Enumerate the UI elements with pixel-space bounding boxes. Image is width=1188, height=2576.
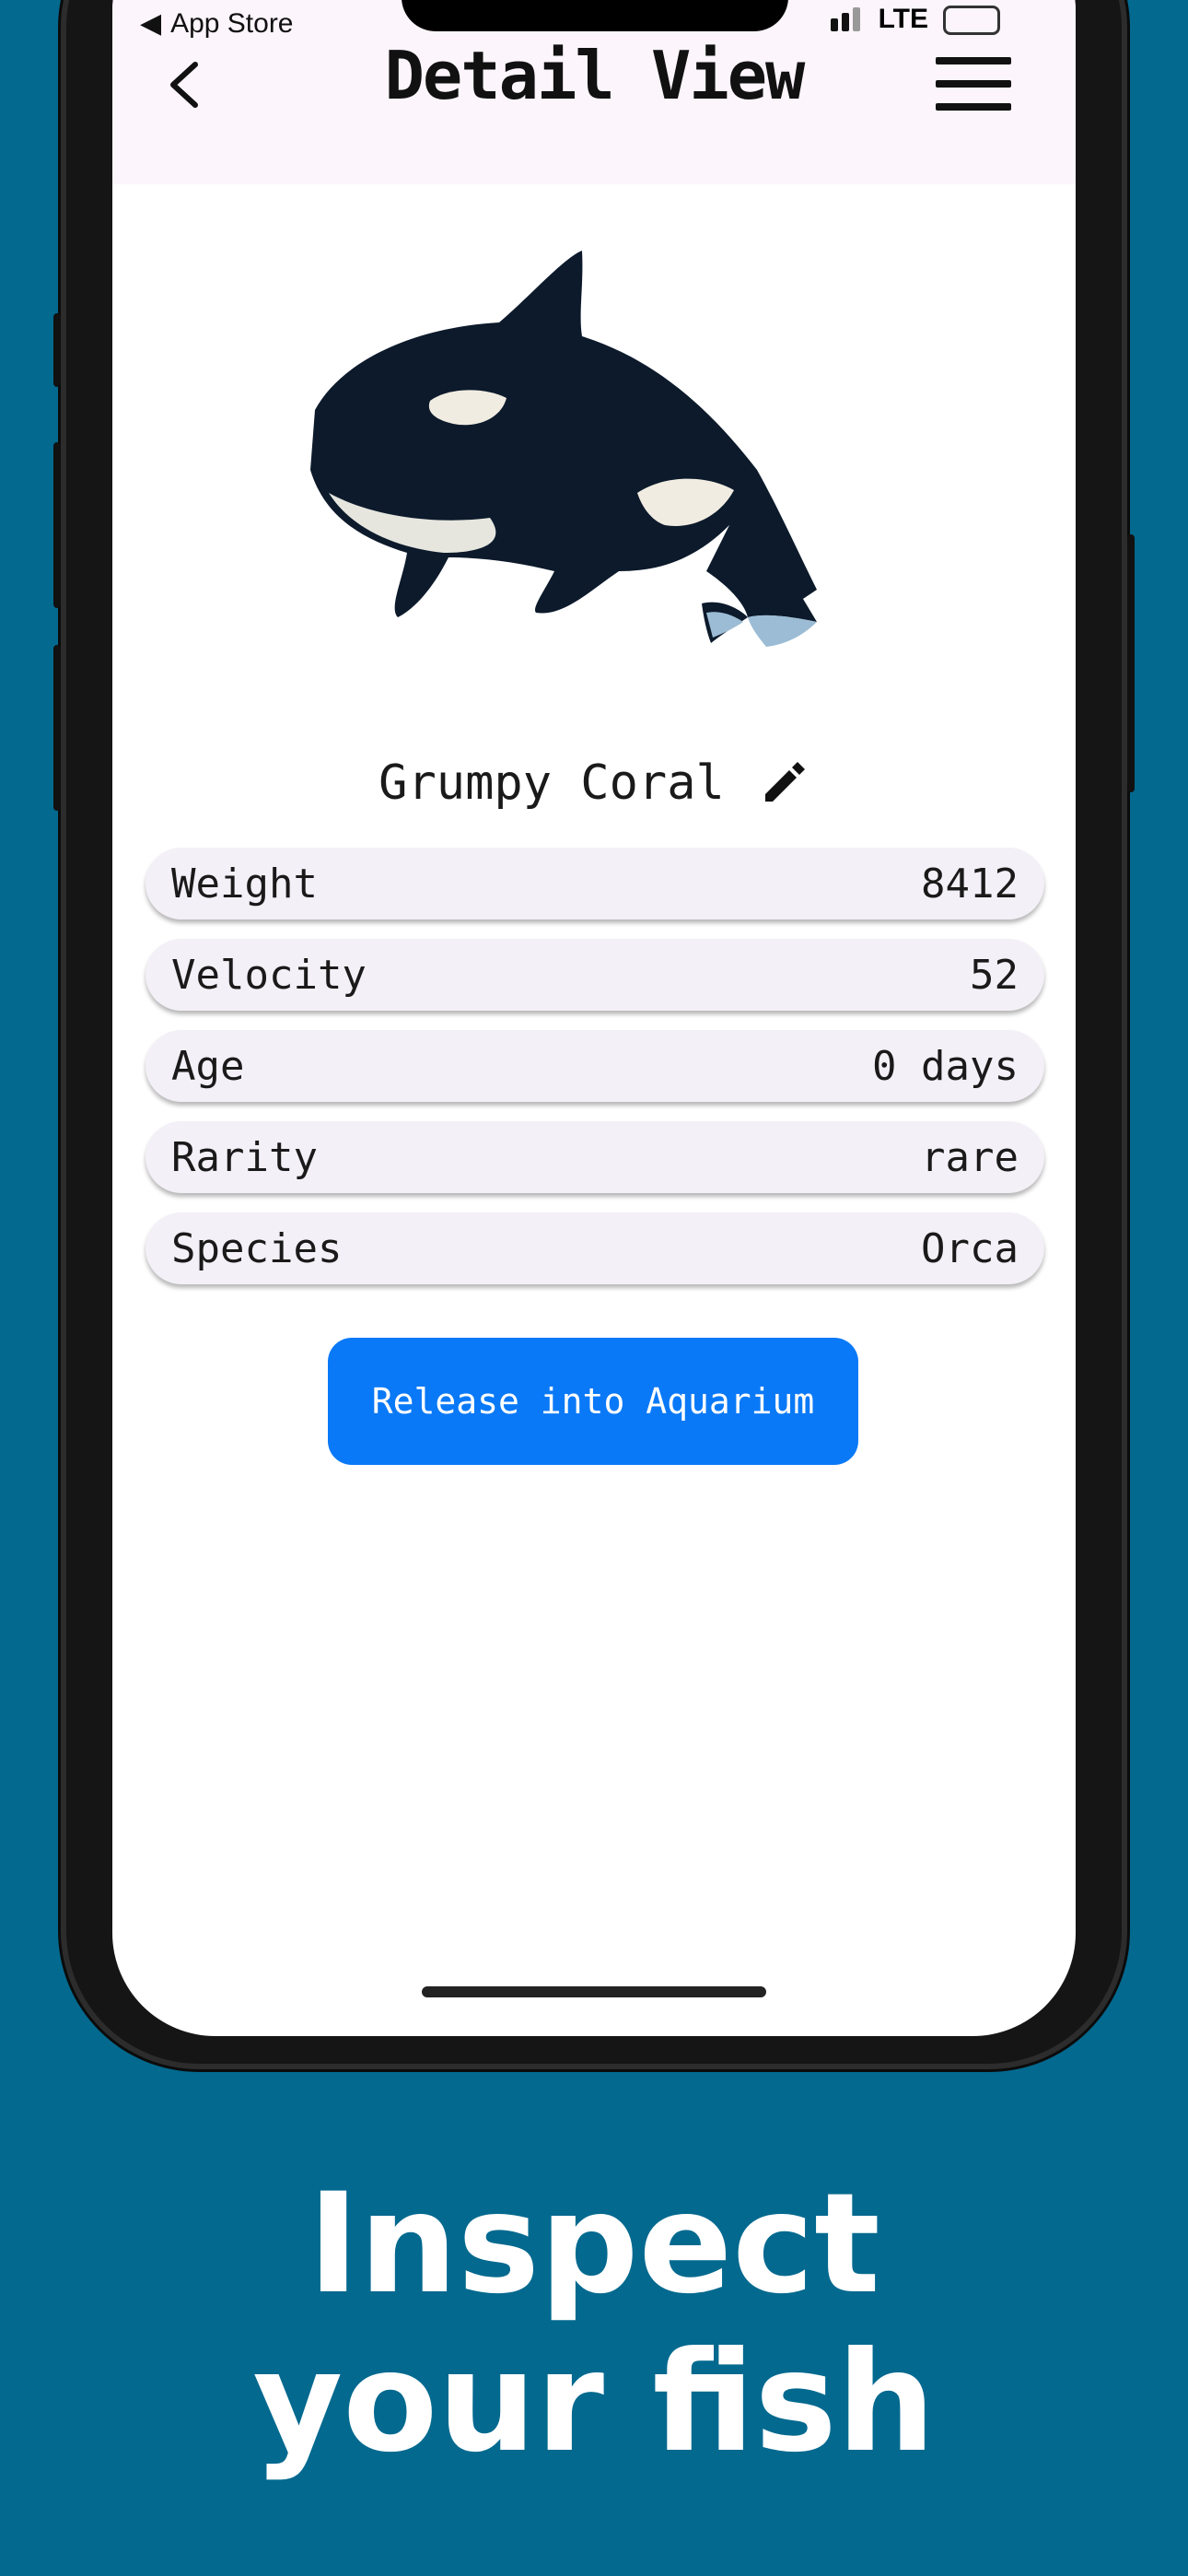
- home-indicator[interactable]: [422, 1986, 766, 1997]
- stat-label: Velocity: [171, 951, 367, 999]
- stat-row-age: Age 0 days: [146, 1030, 1044, 1102]
- volume-up-button: [53, 442, 61, 608]
- battery-icon: [943, 6, 1000, 35]
- power-button: [1127, 534, 1135, 792]
- back-triangle-icon: ◀: [140, 8, 162, 39]
- stat-label: Weight: [171, 860, 318, 907]
- phone-frame: Detail View ◀ App Store LTE Grumpy Coral: [53, 0, 1135, 2069]
- status-indicators: LTE: [830, 4, 1000, 35]
- stat-row-weight: Weight 8412: [146, 848, 1044, 919]
- stat-value: Orca: [921, 1224, 1019, 1272]
- fish-name-row: Grumpy Coral: [112, 755, 1076, 811]
- stat-row-species: Species Orca: [146, 1212, 1044, 1284]
- release-into-aquarium-button[interactable]: Release into Aquarium: [328, 1338, 858, 1465]
- stat-label: Age: [171, 1042, 245, 1090]
- network-label: LTE: [878, 4, 928, 34]
- orca-image: [310, 251, 817, 647]
- stat-value: 8412: [921, 860, 1019, 907]
- headline-line-2: your fish: [252, 2323, 936, 2483]
- stats-list: Weight 8412 Velocity 52 Age 0 days Rarit…: [146, 848, 1044, 1304]
- dynamic-island: [402, 0, 788, 31]
- marketing-headline: Inspect your fish: [0, 2165, 1188, 2482]
- mute-switch: [53, 313, 61, 387]
- volume-down-button: [53, 645, 61, 811]
- app-screen: Detail View ◀ App Store LTE Grumpy Coral: [112, 0, 1076, 2036]
- stat-row-velocity: Velocity 52: [146, 939, 1044, 1011]
- status-back-link[interactable]: ◀ App Store: [140, 7, 294, 40]
- edit-pencil-icon[interactable]: [758, 757, 809, 809]
- stat-value: rare: [921, 1133, 1019, 1181]
- page-title: Detail View: [384, 37, 806, 114]
- stat-label: Rarity: [171, 1133, 318, 1181]
- menu-icon[interactable]: [936, 57, 1011, 112]
- status-back-label: App Store: [170, 7, 294, 39]
- headline-line-1: Inspect: [308, 2164, 880, 2324]
- stat-value: 52: [970, 951, 1019, 999]
- fish-name: Grumpy Coral: [379, 755, 725, 811]
- stat-value: 0 days: [872, 1042, 1019, 1090]
- stat-label: Species: [171, 1224, 343, 1272]
- stat-row-rarity: Rarity rare: [146, 1121, 1044, 1193]
- signal-icon: [830, 7, 864, 35]
